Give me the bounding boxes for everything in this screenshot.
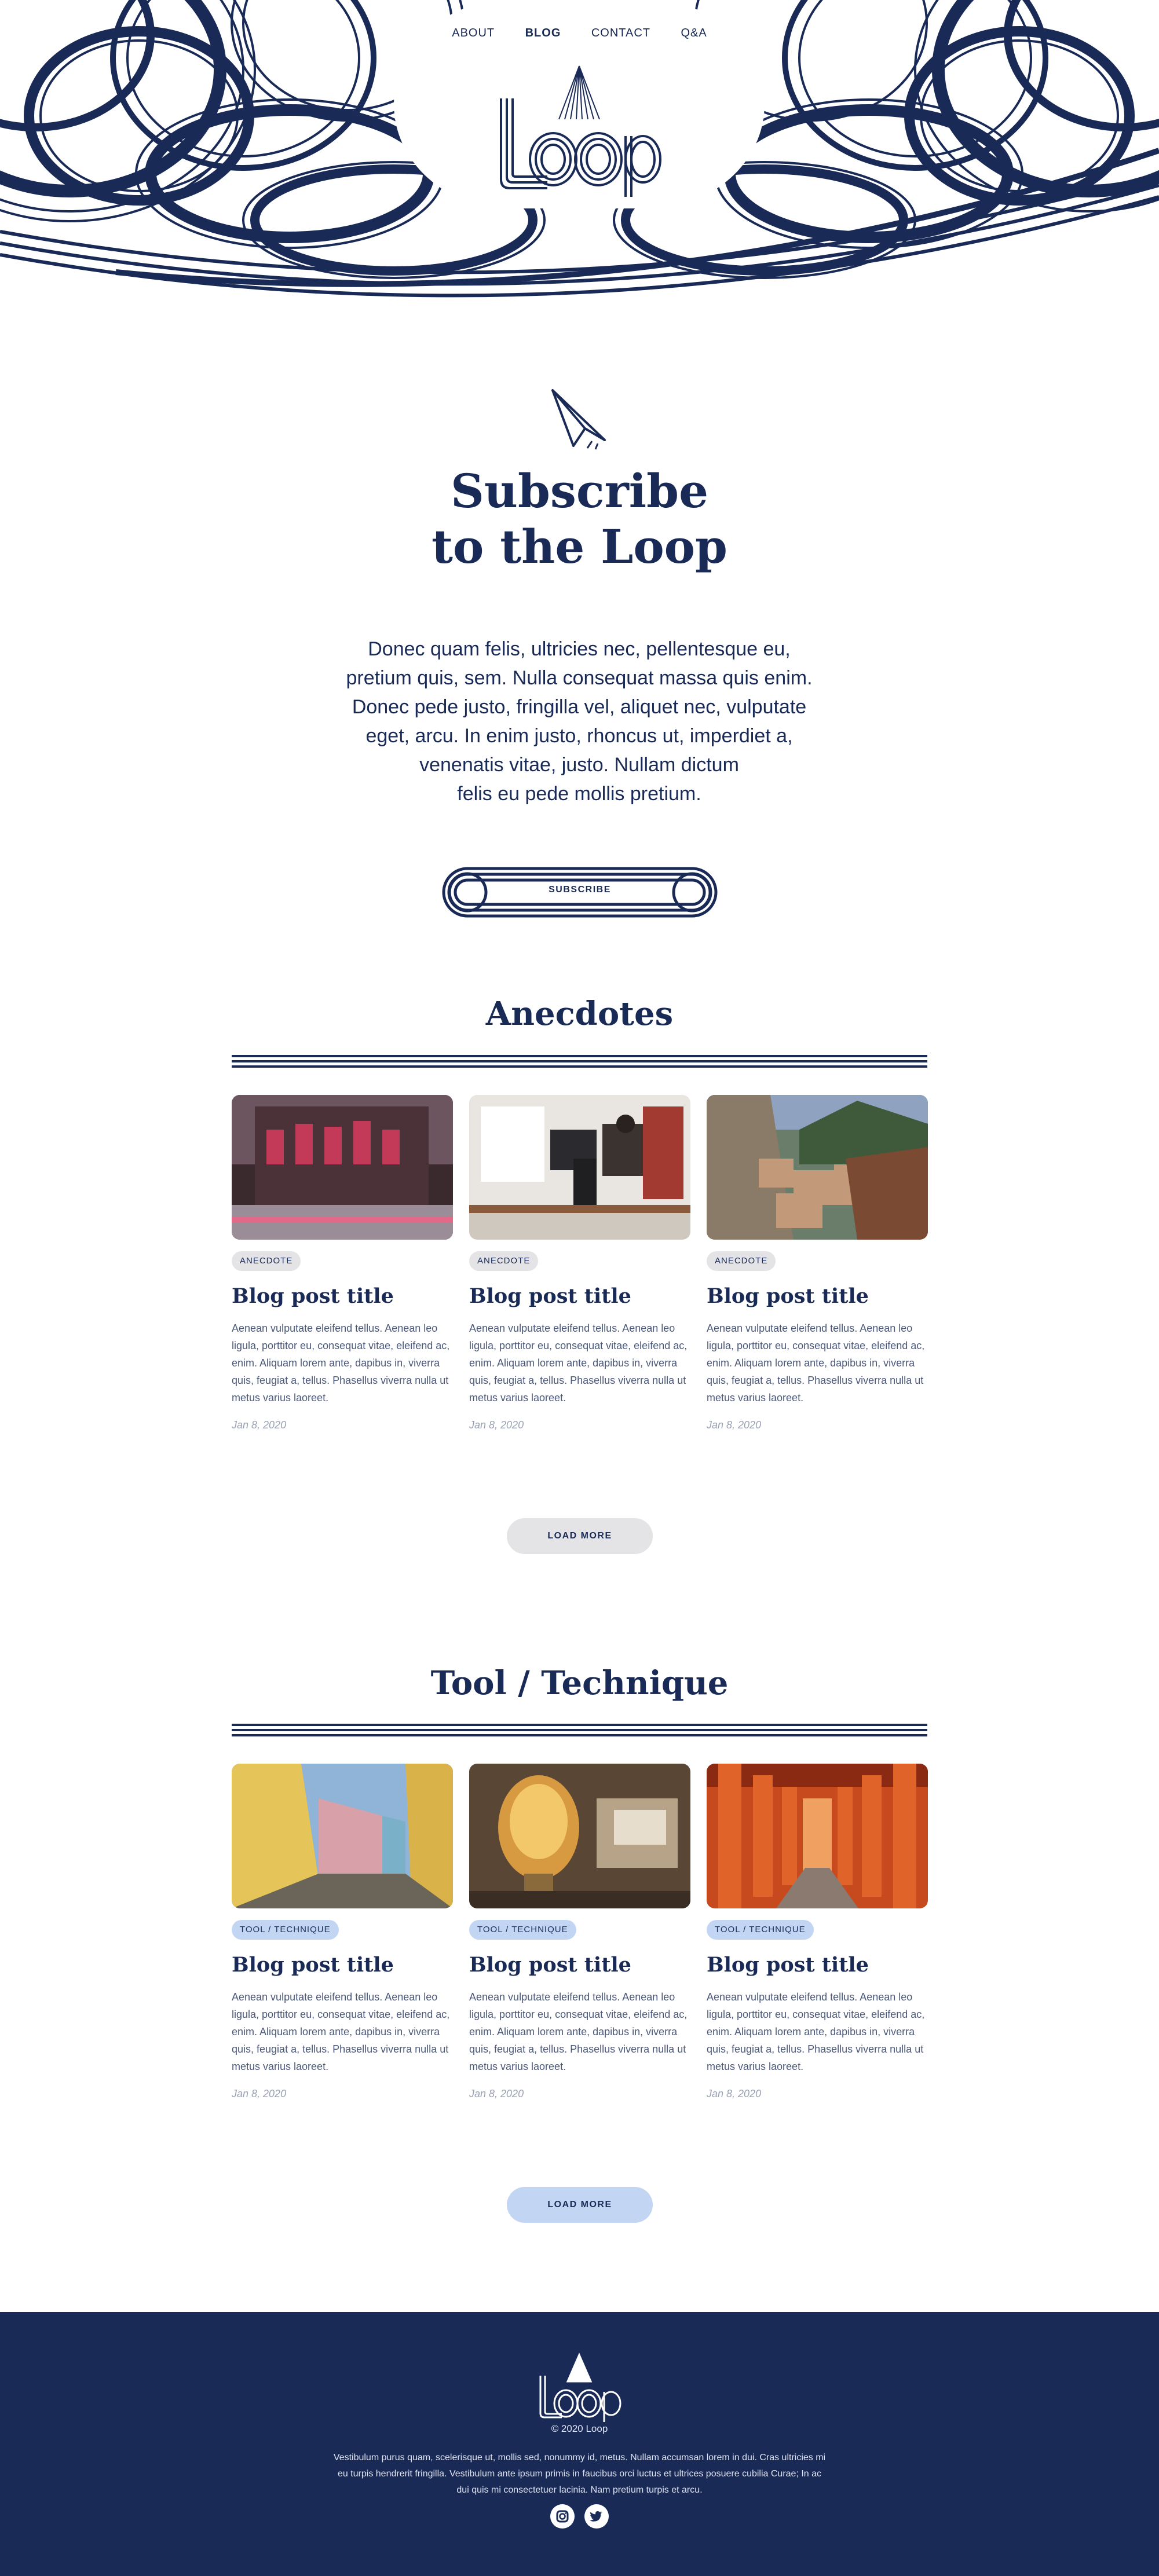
blog-card-image[interactable] xyxy=(232,1095,453,1240)
blog-post-title[interactable]: Blog post title xyxy=(469,1284,690,1309)
subscribe-text-line: felis eu pede mollis pretium. xyxy=(457,783,701,805)
blog-card[interactable]: TOOL / TECHNIQUE Blog post title Aenean … xyxy=(232,1764,453,2100)
blog-post-date: Jan 8, 2020 xyxy=(469,2088,524,2099)
section-title-anecdotes: Anecdotes xyxy=(485,995,674,1033)
category-tag[interactable]: TOOL / TECHNIQUE xyxy=(232,1920,339,1940)
blog-post-title[interactable]: Blog post title xyxy=(232,1284,453,1309)
blog-post-date: Jan 8, 2020 xyxy=(469,1419,524,1431)
blog-post-date: Jan 8, 2020 xyxy=(232,2088,287,2099)
footer-copyright: © 2020 Loop xyxy=(551,2423,608,2434)
blog-post-date: Jan 8, 2020 xyxy=(232,1419,287,1431)
blog-post-excerpt: Aenean vulputate eleifend tellus. Aenean… xyxy=(469,1991,688,2072)
blog-card-image[interactable] xyxy=(469,1764,690,1908)
footer-text-line: dui quis mi consectetuer lacinia. Nam pr… xyxy=(456,2485,703,2495)
footer-text-line: eu turpis hendrerit fringilla. Vestibulu… xyxy=(337,2469,822,2479)
subscribe-button-label: SUBSCRIBE xyxy=(549,885,611,895)
load-more-button[interactable]: LOAD MORE xyxy=(507,2187,653,2223)
nav-blog[interactable]: BLOG xyxy=(525,27,561,40)
blog-post-title[interactable]: Blog post title xyxy=(232,1952,453,1978)
blog-card[interactable]: ANECDOTE Blog post title Aenean vulputat… xyxy=(707,1095,928,1431)
loop-logo[interactable] xyxy=(495,64,663,197)
subscribe-text-line: eget, arcu. In enim justo, rhoncus ut, i… xyxy=(365,725,793,747)
paper-plane-icon xyxy=(551,389,606,450)
category-tag[interactable]: ANECDOTE xyxy=(469,1251,539,1271)
site-footer: © 2020 Loop Vestibulum purus quam, scele… xyxy=(0,2312,1159,2576)
section-divider xyxy=(232,1055,927,1068)
category-tag[interactable]: TOOL / TECHNIQUE xyxy=(707,1920,814,1940)
instagram-icon[interactable] xyxy=(550,2504,575,2529)
blog-card[interactable]: TOOL / TECHNIQUE Blog post title Aenean … xyxy=(707,1764,928,2100)
footer-loop-logo[interactable] xyxy=(536,2353,623,2422)
subscribe-text-line: Donec quam felis, ultricies nec, pellent… xyxy=(368,638,791,660)
category-tag[interactable]: ANECDOTE xyxy=(232,1251,301,1271)
main-nav: ABOUT BLOG CONTACT Q&A xyxy=(0,27,1159,40)
section-divider xyxy=(232,1724,927,1736)
nav-contact[interactable]: CONTACT xyxy=(591,27,650,40)
subscribe-text-line: Donec pede justo, fringilla vel, aliquet… xyxy=(352,696,807,718)
blog-post-excerpt: Aenean vulputate eleifend tellus. Aenean… xyxy=(232,1991,450,2072)
blog-post-date: Jan 8, 2020 xyxy=(707,1419,762,1431)
subscribe-title-line2: to the Loop xyxy=(432,519,727,574)
blog-post-excerpt: Aenean vulputate eleifend tellus. Aenean… xyxy=(707,1322,925,1404)
blog-post-excerpt: Aenean vulputate eleifend tellus. Aenean… xyxy=(707,1991,925,2072)
category-tag[interactable]: ANECDOTE xyxy=(707,1251,776,1271)
blog-post-date: Jan 8, 2020 xyxy=(707,2088,762,2099)
subscribe-description: Donec quam felis, ultricies nec, pellent… xyxy=(342,635,817,808)
blog-post-title[interactable]: Blog post title xyxy=(707,1952,928,1978)
twitter-icon[interactable] xyxy=(584,2504,609,2529)
subscribe-text-line: venenatis vitae, justo. Nullam dictum xyxy=(419,754,739,776)
subscribe-button[interactable]: SUBSCRIBE xyxy=(441,866,718,918)
footer-text-line: Vestibulum purus quam, scelerisque ut, m… xyxy=(333,2453,826,2463)
blog-card-image[interactable] xyxy=(707,1095,928,1240)
subscribe-text-line: pretium quis, sem. Nulla consequat massa… xyxy=(346,667,813,689)
blog-card-image[interactable] xyxy=(707,1764,928,1908)
blog-card[interactable]: ANECDOTE Blog post title Aenean vulputat… xyxy=(469,1095,690,1431)
blog-card-image[interactable] xyxy=(469,1095,690,1240)
load-more-button[interactable]: LOAD MORE xyxy=(507,1518,653,1554)
subscribe-title: Subscribe to the Loop xyxy=(0,463,1159,574)
blog-post-excerpt: Aenean vulputate eleifend tellus. Aenean… xyxy=(232,1322,450,1404)
nav-qa[interactable]: Q&A xyxy=(681,27,707,40)
blog-post-excerpt: Aenean vulputate eleifend tellus. Aenean… xyxy=(469,1322,688,1404)
site-header: ABOUT BLOG CONTACT Q&A xyxy=(0,0,1159,301)
subscribe-title-line1: Subscribe xyxy=(451,464,708,518)
blog-post-title[interactable]: Blog post title xyxy=(707,1284,928,1309)
blog-card-image[interactable] xyxy=(232,1764,453,1908)
nav-about[interactable]: ABOUT xyxy=(452,27,495,40)
blog-card[interactable]: TOOL / TECHNIQUE Blog post title Aenean … xyxy=(469,1764,690,2100)
blog-card[interactable]: ANECDOTE Blog post title Aenean vulputat… xyxy=(232,1095,453,1431)
section-title-tool-technique: Tool / Technique xyxy=(430,1664,729,1702)
footer-text: Vestibulum purus quam, scelerisque ut, m… xyxy=(319,2450,840,2498)
category-tag[interactable]: TOOL / TECHNIQUE xyxy=(469,1920,576,1940)
blog-post-title[interactable]: Blog post title xyxy=(469,1952,690,1978)
